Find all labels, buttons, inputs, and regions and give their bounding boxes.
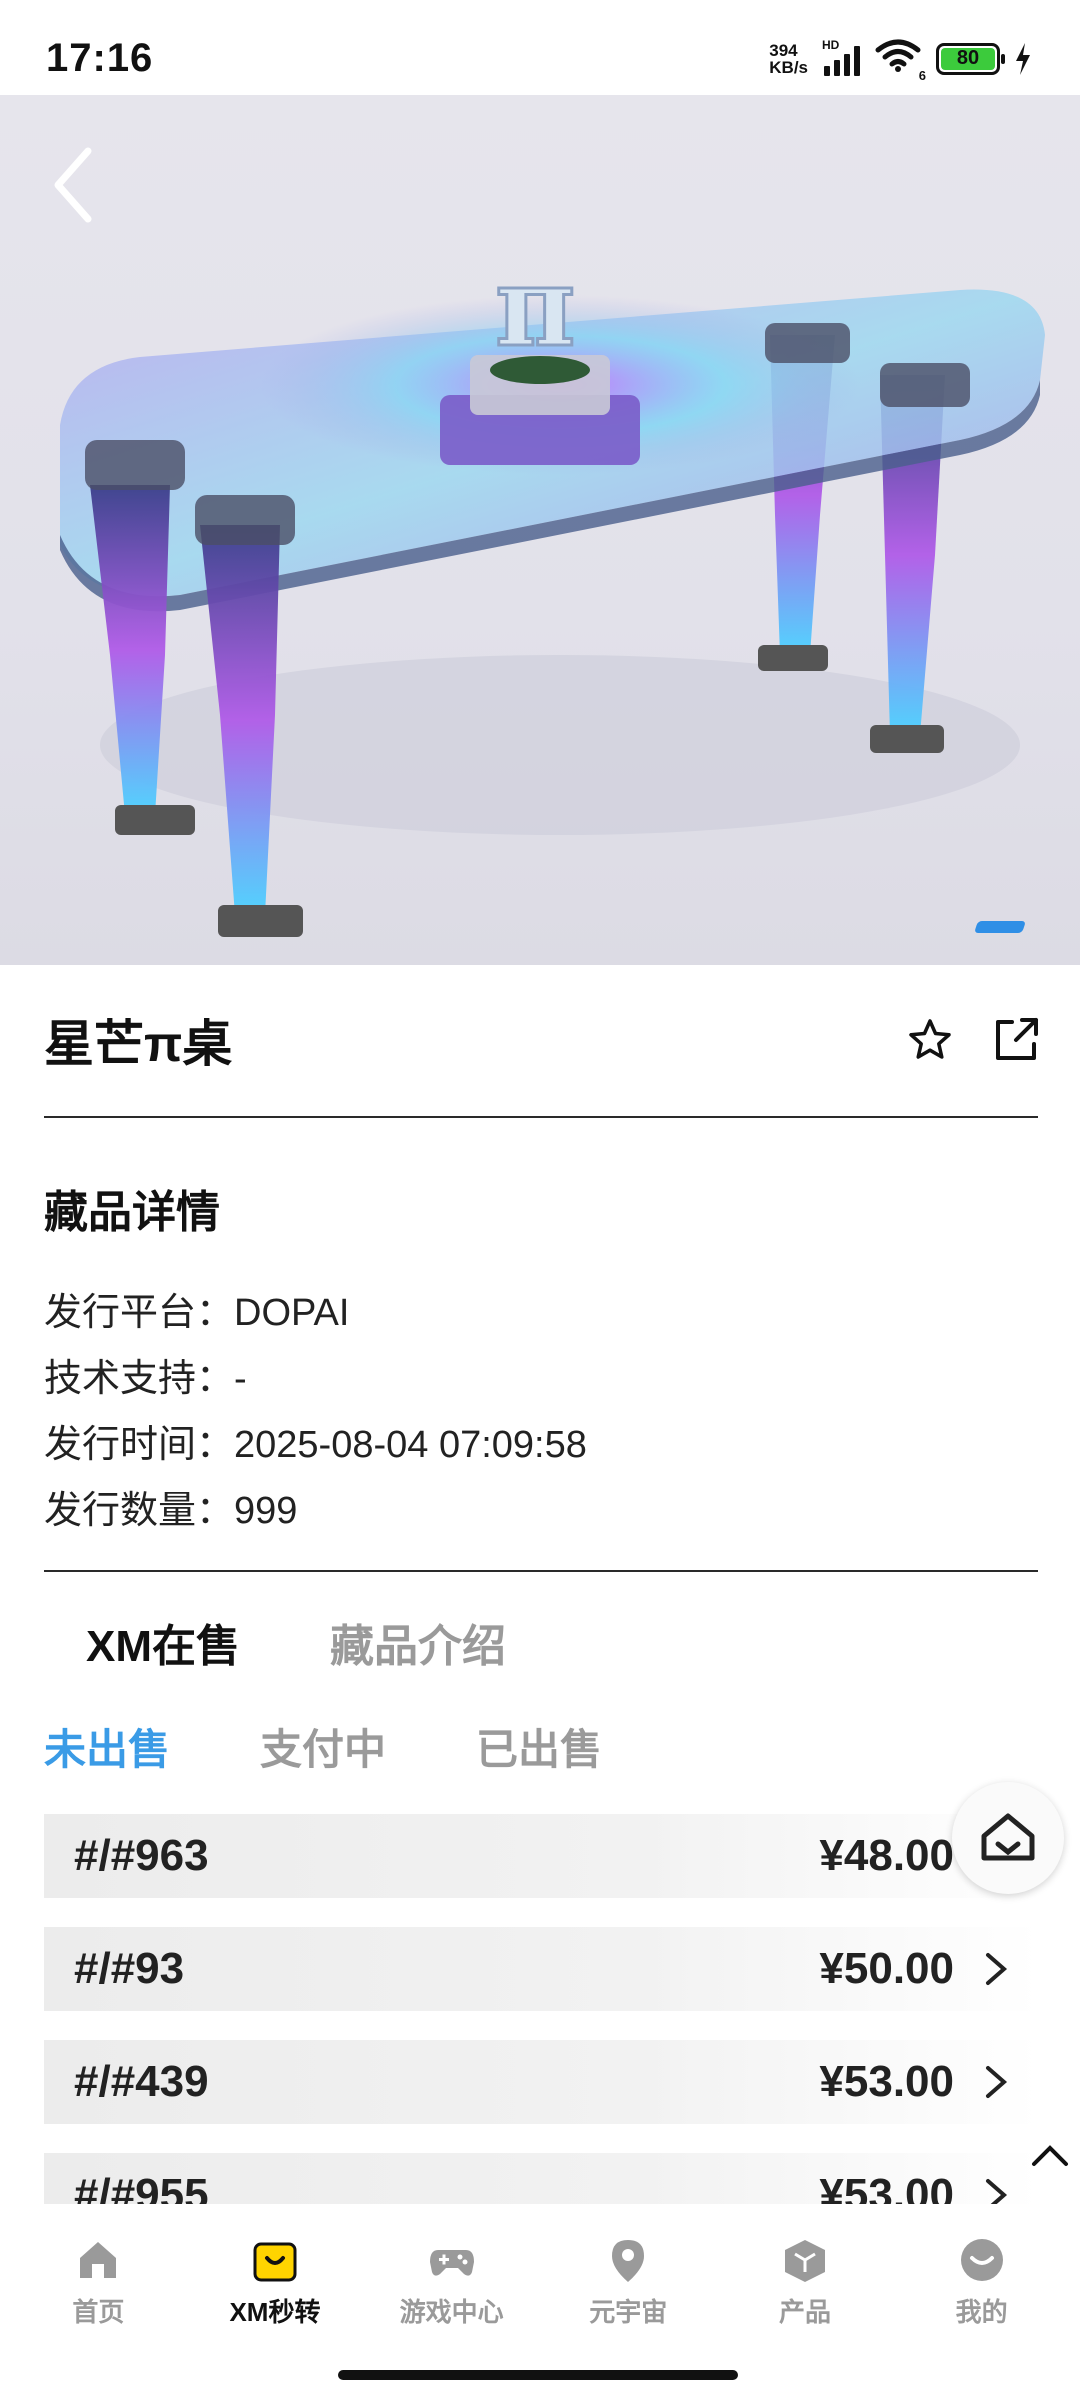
back-button[interactable] — [44, 145, 104, 225]
listing-price: ¥53.00 — [819, 2057, 954, 2106]
listing-price: ¥50.00 — [819, 1944, 954, 1993]
wifi-label: 6 — [918, 68, 926, 83]
nav-label: 首页 — [72, 2297, 125, 2327]
listing-number: #/#439 — [74, 2057, 209, 2106]
filter-sold[interactable]: 已出售 — [476, 1716, 602, 1777]
cell-signal-icon: HD — [822, 38, 860, 76]
status-filter: 未出售 支付中 已出售 — [44, 1716, 602, 1777]
tab-collection-intro[interactable]: 藏品介绍 — [330, 1610, 506, 1674]
battery-icon: 80 — [936, 42, 1005, 75]
detail-key: 技术支持： — [44, 1358, 235, 1400]
detail-row-platform: 发行平台： DOPAI — [44, 1280, 1034, 1346]
wifi-icon — [875, 39, 921, 72]
nav-xm-transfer[interactable]: XM秒转 — [195, 2236, 355, 2329]
chevron-right-icon — [986, 2179, 1008, 2204]
listing-row[interactable]: #/#93 ¥50.00 — [44, 1927, 1040, 2011]
gamepad-icon — [429, 2250, 474, 2276]
signal-bar — [844, 53, 850, 76]
tab-xm-on-sale[interactable]: XM在售 — [86, 1610, 240, 1674]
listing-list: #/#963 ¥48.00 #/#93 ¥50.00 #/#439 ¥53.00… — [44, 1814, 1040, 2204]
chevron-right-icon — [986, 1953, 1008, 1985]
detail-row-tech-support: 技术支持： - — [44, 1346, 1034, 1412]
detail-value: 999 — [234, 1490, 298, 1532]
battery-level: 80 — [941, 47, 995, 70]
divider — [44, 1116, 1038, 1118]
nav-label: 游戏中心 — [399, 2297, 504, 2327]
detail-row-release-time: 发行时间： 2025-08-04 07:09:58 — [44, 1412, 1034, 1478]
filter-paying[interactable]: 支付中 — [260, 1716, 386, 1777]
listing-right: ¥53.00 — [819, 2170, 1010, 2204]
home-indicator — [338, 2370, 738, 2380]
image-pager-indicator — [974, 921, 1026, 933]
section-title: 藏品详情 — [44, 1188, 220, 1237]
cube-icon — [784, 2240, 825, 2282]
details-list: 发行平台： DOPAI 技术支持： - 发行时间： 2025-08-04 07:… — [44, 1280, 1034, 1544]
home-outline-icon — [981, 1813, 1035, 1861]
floating-home-button[interactable] — [952, 1782, 1064, 1894]
detail-value: 2025-08-04 07:09:58 — [234, 1424, 587, 1466]
signal-bar — [834, 59, 840, 76]
listing-price: ¥53.00 — [819, 2170, 954, 2204]
signal-bar — [824, 65, 830, 76]
profile-icon — [960, 2239, 1003, 2281]
network-speed: 394 KB/s — [769, 42, 808, 76]
detail-value: DOPAI — [234, 1292, 350, 1334]
net-speed-value: 394 — [769, 40, 798, 60]
nav-label: 我的 — [955, 2297, 1008, 2327]
shopping-bag-icon — [253, 2242, 297, 2282]
listing-row[interactable]: #/#963 ¥48.00 — [44, 1814, 1040, 1898]
status-icons: 394 KB/s HD 6 80 — [769, 38, 1032, 83]
nav-products[interactable]: 产品 — [725, 2236, 885, 2329]
glass-table-image: π — [60, 241, 1045, 937]
nav-metaverse[interactable]: 元宇宙 — [548, 2236, 708, 2329]
nav-label: 产品 — [778, 2297, 831, 2327]
detail-key: 发行时间： — [44, 1424, 235, 1466]
listing-number: #/#963 — [74, 1831, 209, 1880]
nav-label: XM秒转 — [229, 2297, 321, 2327]
listing-row[interactable]: #/#439 ¥53.00 — [44, 2040, 1040, 2124]
listing-number: #/#955 — [74, 2170, 209, 2204]
nav-profile[interactable]: 我的 — [902, 2236, 1062, 2329]
detail-key: 发行数量： — [44, 1490, 235, 1532]
detail-key: 发行平台： — [44, 1292, 235, 1334]
svg-text:π: π — [495, 242, 576, 371]
scroll-top-icon[interactable] — [1030, 2140, 1070, 2170]
title-actions — [906, 1016, 1040, 1064]
tab-bar: XM在售 藏品介绍 — [86, 1610, 506, 1674]
nav-game-center[interactable]: 游戏中心 — [372, 2236, 532, 2329]
listing-price: ¥48.00 — [819, 1831, 954, 1880]
hero-image: π — [0, 95, 1080, 965]
status-time: 17:16 — [46, 36, 154, 80]
share-icon[interactable] — [992, 1016, 1040, 1064]
charging-bolt-icon — [1016, 42, 1030, 75]
signal-bar — [854, 45, 860, 76]
status-bar: 17:16 394 KB/s HD 6 80 — [0, 0, 1080, 95]
listing-right: ¥53.00 — [819, 2057, 1010, 2107]
listing-number: #/#93 — [74, 1944, 185, 1993]
item-title: 星芒π桌 — [44, 1016, 233, 1072]
title-row: 星芒π桌 — [44, 1000, 1040, 1080]
star-icon[interactable] — [906, 1016, 954, 1064]
divider — [44, 1570, 1038, 1572]
location-pin-icon — [612, 2240, 645, 2282]
home-icon — [80, 2242, 117, 2278]
detail-row-quantity: 发行数量： 999 — [44, 1478, 1034, 1544]
nav-label: 元宇宙 — [589, 2297, 668, 2327]
hd-label: HD — [822, 37, 840, 52]
nav-home[interactable]: 首页 — [18, 2236, 178, 2329]
chevron-right-icon — [986, 2066, 1008, 2098]
detail-value: - — [234, 1358, 247, 1400]
listing-row[interactable]: #/#955 ¥53.00 — [44, 2153, 1040, 2204]
net-speed-unit: KB/s — [769, 57, 808, 77]
listing-right: ¥50.00 — [819, 1944, 1010, 1994]
wifi-indicator: 6 — [874, 38, 926, 83]
filter-unsold[interactable]: 未出售 — [44, 1716, 170, 1777]
